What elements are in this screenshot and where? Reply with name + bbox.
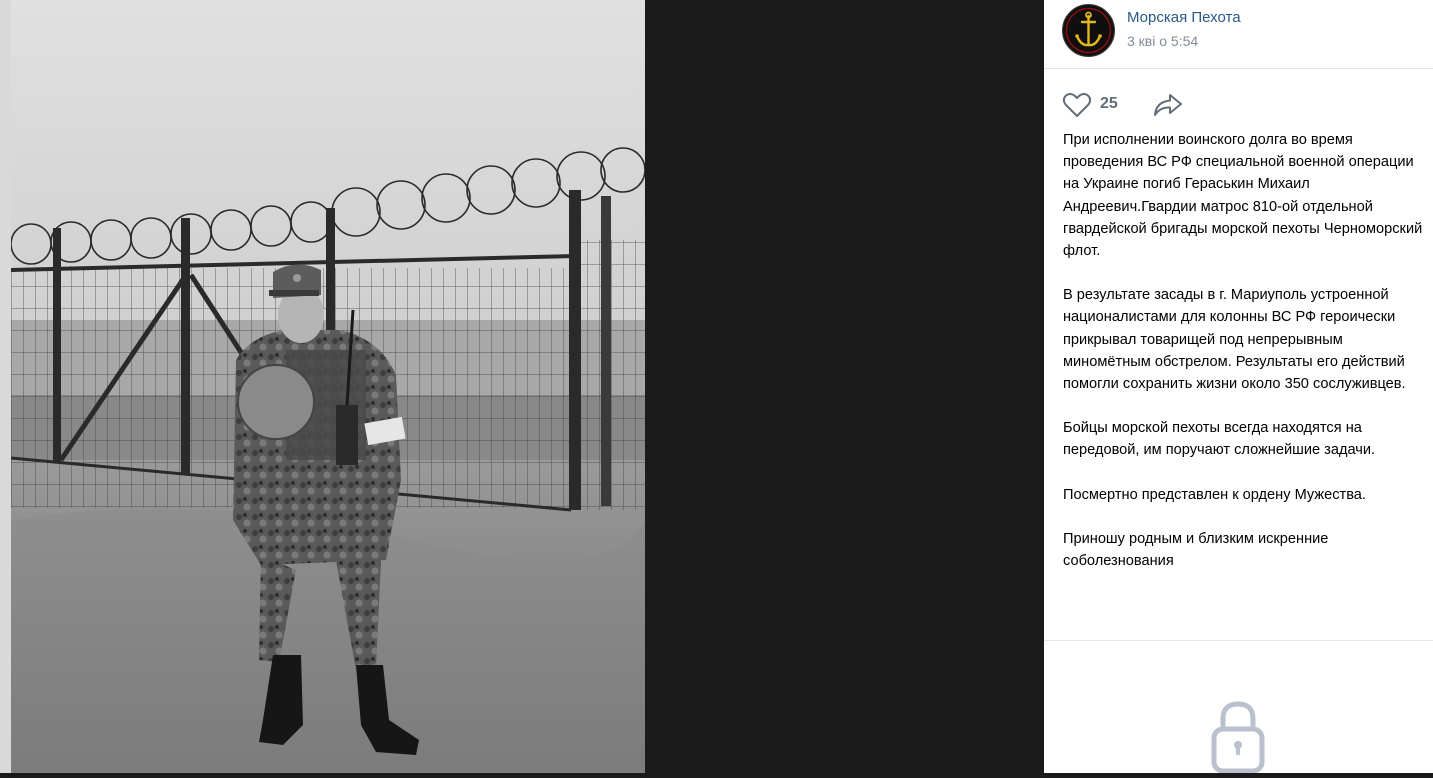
heart-icon [1062,93,1092,117]
post-paragraph: При исполнении воинского долга во время … [1063,132,1423,260]
post-paragraph: Приношу родным и близким искренние собол… [1063,530,1329,570]
previous-photo-edge[interactable] [0,0,11,773]
post-paragraph: В результате засады в г. Мариуполь устро… [1063,287,1406,393]
post-paragraph: Бойцы морской пехоты всегда находятся на… [1063,420,1376,459]
lock-icon [1211,701,1265,774]
post-header: Морская Пехота 3 кві о 5:54 [1044,0,1433,69]
comments-divider [1044,640,1433,641]
post-actions: 25 [1062,90,1422,120]
like-count: 25 [1100,95,1118,112]
like-button[interactable]: 25 [1062,90,1142,120]
group-avatar[interactable] [1062,4,1115,57]
post-text: При исполнении воинского долга во время … [1063,129,1423,594]
share-arrow-icon [1154,94,1182,116]
anchor-emblem-icon [1064,6,1113,55]
photo-soldier-at-fence [11,0,645,773]
post-paragraph: Посмертно представлен к ордену Мужества. [1063,486,1366,503]
post-date[interactable]: 3 кві о 5:54 [1127,33,1198,49]
share-button[interactable] [1152,90,1186,120]
group-name-link[interactable]: Морская Пехота [1127,9,1241,26]
post-photo[interactable] [11,0,645,773]
post-sidebar: Морская Пехота 3 кві о 5:54 25 При испол… [1044,0,1433,774]
